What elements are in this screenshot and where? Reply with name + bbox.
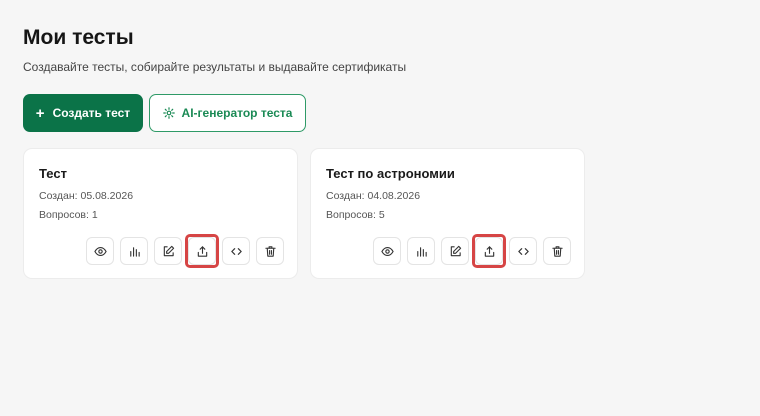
test-card-title: Тест	[39, 166, 67, 181]
results-button[interactable]	[120, 237, 148, 265]
edit-icon	[450, 245, 461, 256]
share-icon	[197, 245, 207, 257]
test-card-questions: Вопросов: 1	[39, 209, 98, 221]
delete-button[interactable]	[543, 237, 571, 265]
edit-button[interactable]	[154, 237, 182, 265]
embed-button[interactable]	[509, 237, 537, 265]
test-card-created: Создан: 05.08.2026	[39, 190, 134, 202]
test-card-actions	[86, 234, 284, 268]
code-icon	[517, 247, 529, 255]
bar-chart-icon	[129, 246, 140, 257]
delete-button[interactable]	[256, 237, 284, 265]
code-icon	[230, 247, 242, 255]
test-card: Тест Создан: 05.08.2026 Вопросов: 1	[23, 148, 298, 279]
share-button[interactable]	[185, 234, 219, 268]
test-card-questions: Вопросов: 5	[326, 209, 385, 221]
plus-icon: +	[35, 104, 45, 122]
ai-generator-button[interactable]: AI-генератор теста	[149, 94, 306, 132]
trash-icon	[264, 245, 276, 257]
eye-icon	[93, 246, 107, 256]
eye-icon	[380, 246, 394, 256]
create-test-label: Создать тест	[52, 106, 131, 120]
results-button[interactable]	[407, 237, 435, 265]
test-card: Тест по астрономии Создан: 04.08.2026 Во…	[310, 148, 585, 279]
view-button[interactable]	[373, 237, 401, 265]
page-subtitle: Создавайте тесты, собирайте результаты и…	[23, 60, 407, 74]
sparkle-icon	[162, 107, 175, 119]
create-test-button[interactable]: + Создать тест	[23, 94, 143, 132]
page-title: Мои тесты	[23, 26, 134, 49]
bar-chart-icon	[416, 246, 427, 257]
test-card-title: Тест по астрономии	[326, 166, 455, 181]
share-icon	[484, 245, 494, 257]
trash-icon	[551, 245, 563, 257]
test-card-created: Создан: 04.08.2026	[326, 190, 421, 202]
view-button[interactable]	[86, 237, 114, 265]
test-card-actions	[373, 234, 571, 268]
edit-button[interactable]	[441, 237, 469, 265]
share-button[interactable]	[472, 234, 506, 268]
edit-icon	[163, 245, 174, 256]
ai-generator-label: AI-генератор теста	[181, 106, 293, 120]
embed-button[interactable]	[222, 237, 250, 265]
